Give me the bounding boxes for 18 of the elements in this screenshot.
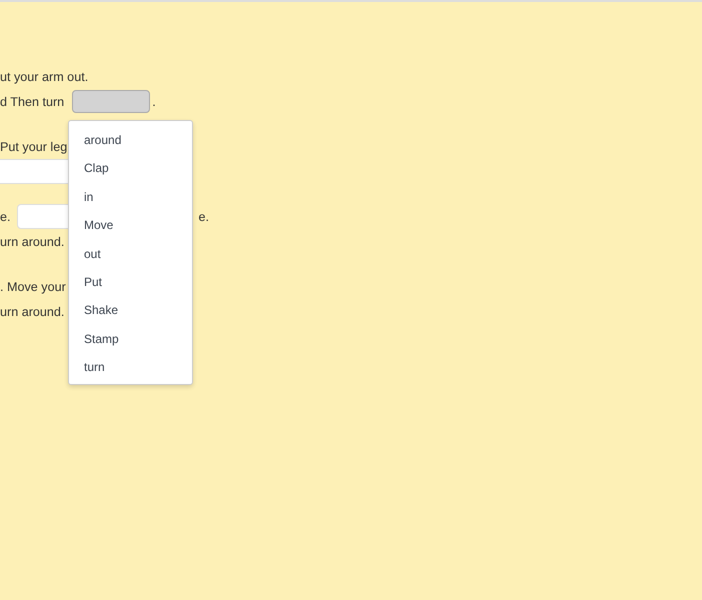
- dropdown-option[interactable]: Stamp: [69, 324, 192, 354]
- sentence-text: Put your leg: [0, 140, 68, 154]
- sentence-text: urn around.: [0, 234, 64, 248]
- dropdown-option[interactable]: around: [69, 126, 192, 154]
- dropdown-option[interactable]: in: [69, 182, 192, 212]
- dropdown-option[interactable]: Move: [69, 211, 192, 240]
- dropdown-option[interactable]: Shake: [69, 296, 192, 325]
- dropdown-option[interactable]: turn: [69, 353, 192, 382]
- sentence-text: d Then turn: [0, 94, 64, 108]
- sentence-text: e.: [198, 210, 210, 224]
- dropdown-option[interactable]: Put: [69, 268, 192, 296]
- sentence-text: e.: [0, 210, 11, 224]
- sentence-text: .: [152, 94, 156, 108]
- dropdown-option[interactable]: out: [69, 240, 192, 268]
- sentence-text: urn around.: [0, 304, 64, 318]
- dropdown-option[interactable]: Clap: [69, 154, 192, 183]
- sentence-text: . Move your: [0, 280, 66, 294]
- sentence-text: ut your arm out.: [0, 70, 88, 84]
